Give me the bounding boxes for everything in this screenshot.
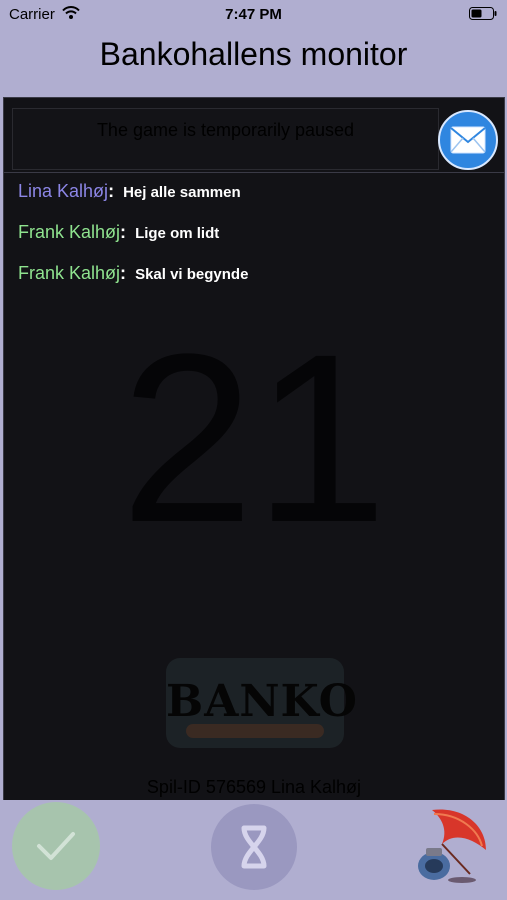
current-number: 21 <box>120 304 388 572</box>
monitor-panel: The game is temporarily paused Lina Kalh… <box>3 97 505 802</box>
chat-text: Hej alle sammen <box>123 184 241 201</box>
infinity-icon <box>241 825 267 869</box>
logo-decoration <box>186 724 324 738</box>
message-button[interactable] <box>438 110 498 170</box>
pause-banner-text: The game is temporarily paused <box>96 120 355 140</box>
divider <box>4 172 504 173</box>
checkmark-icon <box>37 832 75 860</box>
status-bar: Carrier 7:47 PM <box>0 0 507 28</box>
logo-text: BANKO <box>166 676 358 727</box>
banko-logo: BANKO <box>166 658 358 748</box>
game-id-label: Spil-ID 576569 Lina Kalhøj <box>146 777 362 797</box>
auto-play-button[interactable] <box>211 804 297 890</box>
bottom-toolbar <box>0 800 507 900</box>
chat-message: Frank Kalhøj: Skal vi begynde <box>18 263 249 283</box>
clock: 7:47 PM <box>225 6 282 23</box>
battery-icon <box>469 7 497 24</box>
chat-message: Frank Kalhøj: Lige om lidt <box>18 222 220 242</box>
chat-list: Lina Kalhøj: Hej alle sammen Frank Kalhø… <box>18 181 488 304</box>
chat-message: Lina Kalhøj: Hej alle sammen <box>18 181 241 201</box>
chat-text: Lige om lidt <box>135 225 220 242</box>
envelope-icon <box>450 126 486 154</box>
page-title: Bankohallens monitor <box>99 36 408 72</box>
quill-ink-icon[interactable] <box>412 804 492 891</box>
chat-sender: Frank Kalhøj <box>18 263 121 283</box>
chat-sender: Lina Kalhøj <box>18 181 109 201</box>
pause-banner: The game is temporarily paused <box>12 108 439 170</box>
chat-sender: Frank Kalhøj <box>18 222 121 242</box>
chat-text: Skal vi begynde <box>135 266 249 283</box>
confirm-button[interactable] <box>12 802 100 890</box>
